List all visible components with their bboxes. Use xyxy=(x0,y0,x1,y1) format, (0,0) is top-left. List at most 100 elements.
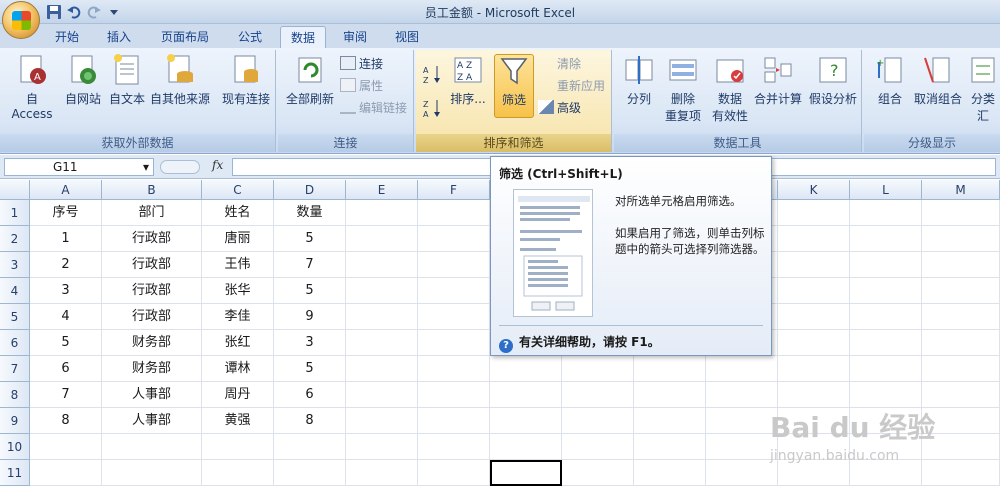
cell-e7[interactable] xyxy=(346,356,418,382)
cell-a7[interactable]: 6 xyxy=(30,356,102,382)
cell-c9[interactable]: 黄强 xyxy=(202,408,274,434)
cell-d8[interactable]: 6 xyxy=(274,382,346,408)
cell-b3[interactable]: 行政部 xyxy=(102,252,202,278)
row-header-9[interactable]: 9 xyxy=(0,408,30,434)
sort-ascending-button[interactable]: AZ xyxy=(422,64,442,85)
column-header-l[interactable]: L xyxy=(850,180,922,200)
cell-e9[interactable] xyxy=(346,408,418,434)
sort-button[interactable]: A Z Z A 排序... xyxy=(444,54,492,107)
cell-a1[interactable]: 序号 xyxy=(30,200,102,226)
cell-c8[interactable]: 周丹 xyxy=(202,382,274,408)
cell-i8[interactable] xyxy=(634,382,706,408)
properties-button[interactable]: 属性 xyxy=(340,76,383,96)
cell-k7[interactable] xyxy=(778,356,850,382)
cell-b10[interactable] xyxy=(102,434,202,460)
cell-k5[interactable] xyxy=(778,304,850,330)
cell-h7[interactable] xyxy=(562,356,634,382)
cell-k4[interactable] xyxy=(778,278,850,304)
cell-c3[interactable]: 王伟 xyxy=(202,252,274,278)
from-other-sources-button[interactable]: 自其他来源 xyxy=(148,54,212,107)
cell-b7[interactable]: 财务部 xyxy=(102,356,202,382)
cell-i9[interactable] xyxy=(634,408,706,434)
connections-button[interactable]: 连接 xyxy=(340,54,383,74)
tab-view[interactable]: 视图 xyxy=(384,26,430,48)
consolidate-button[interactable]: 合并计算 xyxy=(752,54,804,107)
cell-d4[interactable]: 5 xyxy=(274,278,346,304)
cell-e5[interactable] xyxy=(346,304,418,330)
row-header-10[interactable]: 10 xyxy=(0,434,30,460)
cell-b11[interactable] xyxy=(102,460,202,486)
cell-j10[interactable] xyxy=(706,434,778,460)
cell-f10[interactable] xyxy=(418,434,490,460)
from-text-button[interactable]: 自文本 xyxy=(106,54,148,107)
cell-l3[interactable] xyxy=(850,252,922,278)
cell-f7[interactable] xyxy=(418,356,490,382)
column-header-f[interactable]: F xyxy=(418,180,490,200)
cell-a5[interactable]: 4 xyxy=(30,304,102,330)
cell-a11[interactable] xyxy=(30,460,102,486)
cell-b1[interactable]: 部门 xyxy=(102,200,202,226)
cell-d3[interactable]: 7 xyxy=(274,252,346,278)
cell-l5[interactable] xyxy=(850,304,922,330)
cell-m8[interactable] xyxy=(922,382,1000,408)
from-access-button[interactable]: A 自 Access xyxy=(4,54,60,121)
cell-m6[interactable] xyxy=(922,330,1000,356)
cell-f2[interactable] xyxy=(418,226,490,252)
cell-j11[interactable] xyxy=(706,460,778,486)
insert-function-icon[interactable]: fx xyxy=(212,158,223,172)
row-header-6[interactable]: 6 xyxy=(0,330,30,356)
tab-review[interactable]: 审阅 xyxy=(332,26,378,48)
cell-i11[interactable] xyxy=(634,460,706,486)
edit-links-button[interactable]: 编辑链接 xyxy=(340,98,407,118)
cell-f9[interactable] xyxy=(418,408,490,434)
sort-descending-button[interactable]: ZA xyxy=(422,98,442,119)
cell-i10[interactable] xyxy=(634,434,706,460)
cell-k3[interactable] xyxy=(778,252,850,278)
what-if-analysis-button[interactable]: ? 假设分析 xyxy=(806,54,860,107)
cell-h9[interactable] xyxy=(562,408,634,434)
cell-k2[interactable] xyxy=(778,226,850,252)
cell-f8[interactable] xyxy=(418,382,490,408)
row-header-8[interactable]: 8 xyxy=(0,382,30,408)
refresh-all-button[interactable]: 全部刷新 xyxy=(282,54,338,107)
cell-m7[interactable] xyxy=(922,356,1000,382)
clear-filter-button[interactable]: 清除 xyxy=(538,54,581,74)
cell-l7[interactable] xyxy=(850,356,922,382)
column-header-e[interactable]: E xyxy=(346,180,418,200)
cell-g9[interactable] xyxy=(490,408,562,434)
row-header-5[interactable]: 5 xyxy=(0,304,30,330)
cell-e3[interactable] xyxy=(346,252,418,278)
cell-f1[interactable] xyxy=(418,200,490,226)
subtotal-button[interactable]: 分类汇 xyxy=(966,54,1000,124)
cell-g8[interactable] xyxy=(490,382,562,408)
column-header-m[interactable]: M xyxy=(922,180,1000,200)
cell-l1[interactable] xyxy=(850,200,922,226)
existing-connections-button[interactable]: 现有连接 xyxy=(218,54,274,107)
cell-a8[interactable]: 7 xyxy=(30,382,102,408)
column-header-b[interactable]: B xyxy=(102,180,202,200)
tab-page-layout[interactable]: 页面布局 xyxy=(150,26,220,48)
tab-formulas[interactable]: 公式 xyxy=(228,26,272,48)
row-header-1[interactable]: 1 xyxy=(0,200,30,226)
cell-d1[interactable]: 数量 xyxy=(274,200,346,226)
row-header-4[interactable]: 4 xyxy=(0,278,30,304)
cell-i7[interactable] xyxy=(634,356,706,382)
row-header-11[interactable]: 11 xyxy=(0,460,30,486)
tab-home[interactable]: 开始 xyxy=(44,26,90,48)
cell-d5[interactable]: 9 xyxy=(274,304,346,330)
cell-h11[interactable] xyxy=(562,460,634,486)
cell-g7[interactable] xyxy=(490,356,562,382)
cell-c6[interactable]: 张红 xyxy=(202,330,274,356)
row-header-3[interactable]: 3 xyxy=(0,252,30,278)
cell-c5[interactable]: 李佳 xyxy=(202,304,274,330)
cell-e6[interactable] xyxy=(346,330,418,356)
cell-m5[interactable] xyxy=(922,304,1000,330)
reapply-button[interactable]: 重新应用 xyxy=(538,76,605,96)
column-header-a[interactable]: A xyxy=(30,180,102,200)
cell-a9[interactable]: 8 xyxy=(30,408,102,434)
row-header-7[interactable]: 7 xyxy=(0,356,30,382)
cell-d9[interactable]: 8 xyxy=(274,408,346,434)
cell-a3[interactable]: 2 xyxy=(30,252,102,278)
cell-c4[interactable]: 张华 xyxy=(202,278,274,304)
cell-f3[interactable] xyxy=(418,252,490,278)
